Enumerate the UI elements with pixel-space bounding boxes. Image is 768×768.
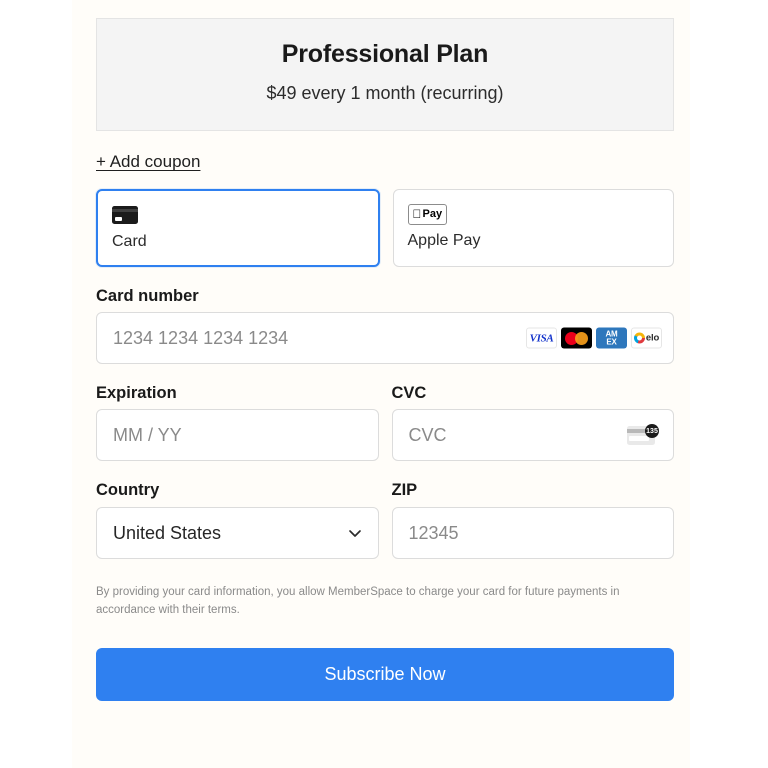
zip-placeholder: 12345	[408, 522, 459, 543]
disclaimer-text: By providing your card information, you …	[96, 585, 620, 617]
amex-icon-line2: EX	[606, 337, 617, 347]
elo-icon: elo	[631, 327, 662, 349]
zip-input[interactable]: 12345	[391, 506, 674, 559]
zip-field: ZIP 12345	[391, 461, 674, 559]
apple-pay-icon:  Pay	[407, 203, 448, 225]
checkout-page: Professional Plan $49 every 1 month (rec…	[0, 0, 768, 768]
apple-pay-text: Pay	[413, 207, 443, 220]
tab-apple-pay-label: Apple Pay	[407, 232, 481, 250]
cvc-placeholder: CVC	[408, 425, 447, 446]
coupon-row: + Add coupon	[96, 131, 674, 172]
plan-price: $49 every 1 month (recurring)	[266, 82, 504, 103]
tab-card-label: Card	[112, 233, 147, 251]
card-number-label: Card number	[96, 287, 199, 306]
country-label: Country	[96, 481, 160, 500]
expiration-label: Expiration	[96, 384, 177, 403]
mastercard-icon	[561, 327, 592, 349]
subscribe-now-button[interactable]: Subscribe Now	[96, 648, 674, 702]
amex-icon-text: AM EX	[605, 330, 618, 347]
expiration-field: Expiration MM / YY	[96, 364, 379, 462]
payment-method-tabs: Card  Pay Apple Pay	[96, 189, 674, 268]
country-select[interactable]: United States	[96, 506, 379, 559]
plan-title: Professional Plan	[281, 40, 489, 68]
credit-card-icon-slot	[112, 203, 364, 227]
apple-pay-icon-slot:  Pay	[407, 202, 660, 226]
expiration-cvc-row: Expiration MM / YY CVC CVC 135	[96, 364, 674, 462]
country-zip-row: Country United States ZIP 12345	[96, 461, 674, 559]
chevron-down-icon	[348, 526, 362, 540]
zip-label: ZIP	[391, 481, 418, 500]
mastercard-icon-right-circle	[575, 331, 588, 345]
cvc-hint-icon-number: 135	[645, 424, 659, 439]
card-number-input[interactable]: 1234 1234 1234 1234 VISA AM EX elo	[96, 312, 674, 365]
credit-card-icon	[112, 206, 138, 225]
expiration-input[interactable]: MM / YY	[96, 409, 379, 462]
visa-icon-text: VISA	[529, 332, 554, 345]
elo-icon-text: elo	[645, 332, 660, 344]
tab-card[interactable]: Card	[96, 189, 380, 268]
country-field: Country United States	[96, 461, 379, 559]
amex-icon: AM EX	[596, 327, 627, 349]
cvc-label: CVC	[391, 384, 427, 403]
apple-logo-icon: 	[413, 208, 422, 220]
country-selected-value: United States	[113, 522, 222, 543]
cvc-hint-icon: 135	[627, 424, 659, 446]
card-number-placeholder: 1234 1234 1234 1234	[113, 328, 289, 349]
elo-icon-ring	[633, 332, 645, 344]
expiration-placeholder: MM / YY	[113, 425, 182, 446]
cvc-input[interactable]: CVC 135	[391, 409, 674, 462]
checkout-panel: Professional Plan $49 every 1 month (rec…	[72, 0, 690, 768]
visa-icon: VISA	[526, 327, 557, 349]
checkout-content: Professional Plan $49 every 1 month (rec…	[96, 18, 674, 702]
card-brand-icons: VISA AM EX elo	[526, 327, 662, 349]
tab-apple-pay[interactable]:  Pay Apple Pay	[392, 189, 674, 268]
cvc-field: CVC CVC 135	[391, 364, 674, 462]
plan-summary-box: Professional Plan $49 every 1 month (rec…	[96, 18, 674, 132]
add-coupon-link[interactable]: + Add coupon	[96, 152, 200, 172]
